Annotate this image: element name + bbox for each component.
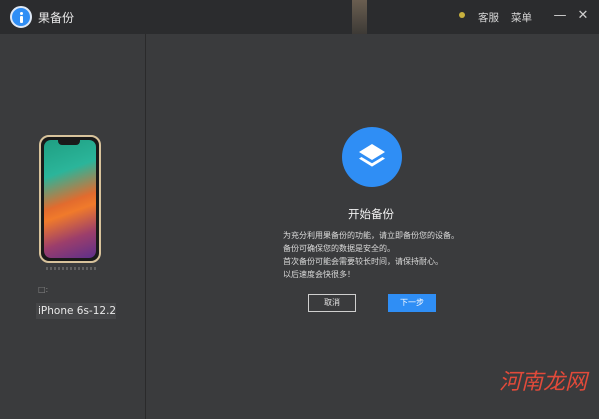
minimize-button[interactable]: — bbox=[551, 6, 569, 26]
device-name: iPhone 6s-12.2 bbox=[38, 305, 117, 317]
main-panel bbox=[146, 34, 599, 419]
description-line: 备份可确保您的数据是安全的。 bbox=[283, 244, 395, 253]
description-line: 首次备份可能会需要较长时间，请保持耐心。 bbox=[283, 257, 443, 266]
device-small-label: □: bbox=[38, 285, 49, 294]
next-step-button[interactable]: 下一步 bbox=[388, 294, 436, 312]
title-bar-decoration bbox=[352, 0, 367, 34]
layers-icon bbox=[342, 127, 402, 187]
service-status-icon bbox=[459, 12, 465, 18]
page-heading: 开始备份 bbox=[348, 207, 394, 221]
menu-button[interactable]: 菜单 bbox=[511, 10, 532, 25]
description-text: 为充分利用果备份的功能，请立即备份您的设备。 备份可确保您的数据是安全的。 首次… bbox=[283, 229, 459, 281]
title-bar: 果备份 客服 菜单 — ✕ bbox=[0, 0, 599, 34]
phone-image bbox=[39, 135, 101, 263]
cancel-button[interactable]: 取消 bbox=[308, 294, 356, 312]
description-line: 为充分利用果备份的功能，请立即备份您的设备。 bbox=[283, 231, 459, 240]
phone-reflection bbox=[46, 267, 96, 270]
close-button[interactable]: ✕ bbox=[574, 6, 592, 26]
info-icon bbox=[10, 6, 32, 28]
watermark-logo: 河南龙网 bbox=[499, 370, 588, 395]
description-line: 以后速度会快很多！ bbox=[283, 270, 355, 279]
app-title: 果备份 bbox=[38, 11, 75, 25]
customer-service-button[interactable]: 客服 bbox=[478, 10, 499, 25]
